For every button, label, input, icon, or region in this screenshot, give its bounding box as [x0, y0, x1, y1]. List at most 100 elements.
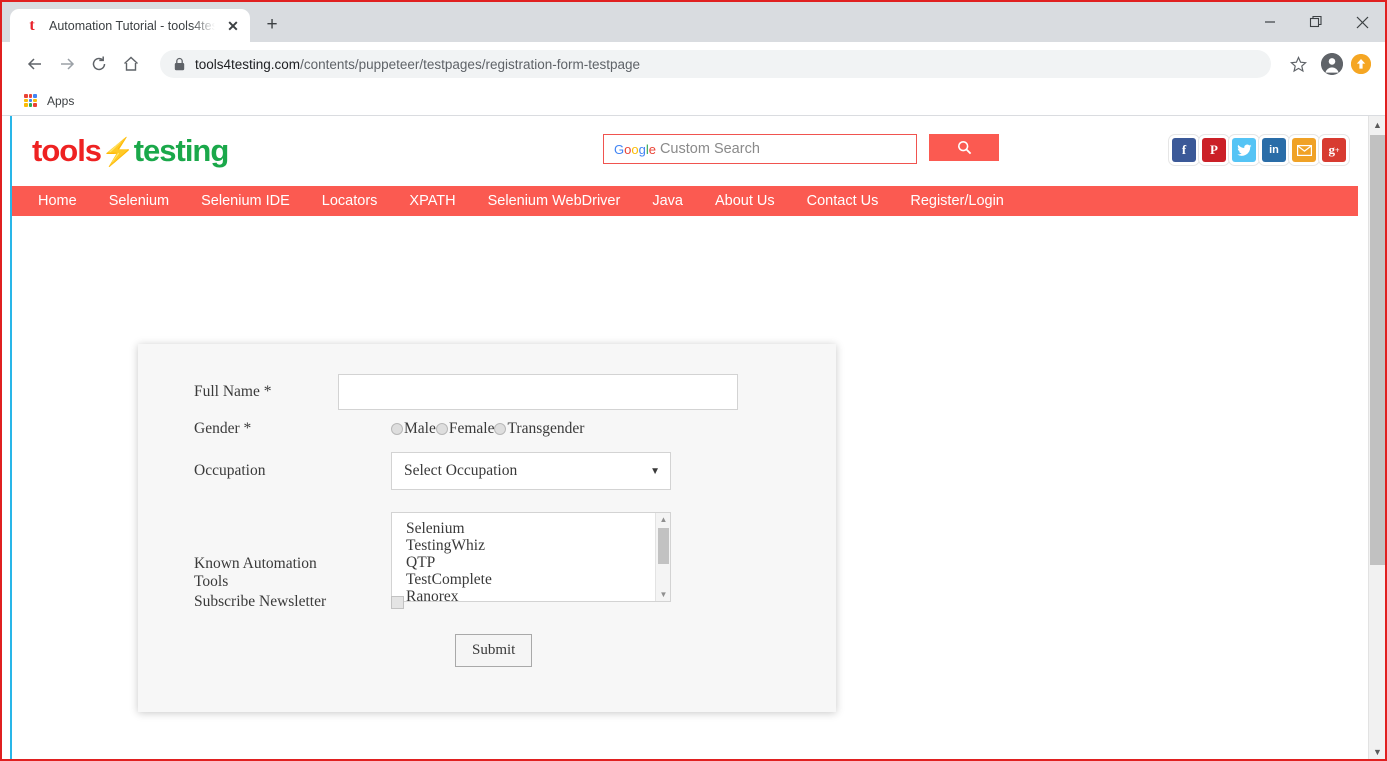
gender-label: Gender *	[194, 420, 252, 437]
minimize-button[interactable]	[1247, 2, 1293, 42]
nav-item-selenium[interactable]: Selenium	[93, 186, 185, 216]
pinterest-icon[interactable]: P	[1202, 138, 1226, 162]
close-button[interactable]	[1339, 2, 1385, 42]
lightning-bolt-icon: ⚡	[101, 137, 135, 167]
logo-part-one: tools	[32, 133, 102, 168]
googleplus-icon[interactable]: g +	[1322, 138, 1346, 162]
tab-title: Automation Tutorial - tools4testi	[49, 18, 215, 33]
newsletter-checkbox[interactable]	[391, 595, 404, 609]
search-button[interactable]	[929, 134, 999, 161]
profile-avatar-button[interactable]	[1321, 53, 1343, 75]
scroll-down-icon[interactable]: ▼	[656, 588, 670, 601]
email-icon[interactable]	[1292, 138, 1316, 162]
window-controls	[1247, 2, 1385, 42]
list-item[interactable]: Selenium	[406, 520, 670, 537]
gender-radio-group: Male Female Transgender	[391, 420, 584, 438]
page-scrollbar[interactable]: ▲ ▼	[1368, 116, 1385, 759]
scroll-up-icon[interactable]: ▲	[656, 513, 670, 526]
form-row-newsletter: Subscribe Newsletter	[138, 593, 404, 611]
browser-toolbar: tools4testing.com/contents/puppeteer/tes…	[2, 42, 1385, 86]
newsletter-label: Subscribe Newsletter	[194, 593, 327, 610]
main-navigation: Home Selenium Selenium IDE Locators XPAT…	[12, 186, 1358, 216]
nav-item-xpath[interactable]: XPATH	[393, 186, 471, 216]
form-row-occupation: Occupation Select Occupation ▼	[138, 452, 671, 490]
bookmark-star-button[interactable]	[1283, 49, 1313, 79]
nav-item-contact-us[interactable]: Contact Us	[791, 186, 895, 216]
close-icon	[1356, 16, 1368, 28]
radio-icon-male[interactable]	[391, 423, 403, 435]
social-links: f P in g +	[1172, 138, 1346, 162]
forward-arrow-icon	[61, 58, 75, 70]
radio-icon-female[interactable]	[435, 423, 448, 435]
search-input[interactable]: Google Custom Search	[603, 134, 917, 164]
occupation-label: Occupation	[194, 462, 266, 479]
page-viewport: tools⚡testing Google Custom Search f P i…	[2, 116, 1385, 759]
list-item[interactable]: QTP	[406, 554, 670, 571]
reload-button[interactable]	[84, 49, 114, 79]
submit-button[interactable]: Submit	[455, 634, 533, 667]
chevron-down-icon: ▼	[650, 465, 660, 477]
gender-option-male[interactable]: Male	[391, 420, 436, 438]
search-icon	[957, 140, 971, 155]
website-content: tools⚡testing Google Custom Search f P i…	[10, 116, 1358, 759]
automation-tools-options: Selenium TestingWhiz QTP TestComplete Ra…	[392, 513, 670, 601]
nav-item-home[interactable]: Home	[22, 186, 93, 216]
search-placeholder-text: Custom Search	[659, 141, 760, 157]
nav-item-java[interactable]: Java	[636, 186, 699, 216]
nav-item-selenium-ide[interactable]: Selenium IDE	[185, 186, 306, 216]
nav-item-locators[interactable]: Locators	[306, 186, 394, 216]
maximize-icon	[1309, 15, 1322, 28]
site-header: tools⚡testing Google Custom Search f P i…	[12, 116, 1358, 186]
form-row-full-name: Full Name *	[138, 374, 738, 410]
gender-option-male-label: Male	[404, 420, 436, 437]
full-name-label: Full Name *	[194, 383, 272, 400]
back-button[interactable]	[20, 49, 50, 79]
occupation-select[interactable]: Select Occupation ▼	[391, 452, 671, 490]
tab-favicon-icon: t	[29, 16, 35, 34]
minimize-icon	[1265, 21, 1275, 23]
listbox-scroll-thumb[interactable]	[658, 528, 669, 564]
facebook-icon[interactable]: f	[1172, 138, 1196, 162]
site-logo[interactable]: tools⚡testing	[32, 133, 229, 169]
nav-item-about-us[interactable]: About Us	[699, 186, 791, 216]
update-available-button[interactable]	[1351, 54, 1371, 74]
nav-item-register-login[interactable]: Register/Login	[894, 186, 1020, 216]
form-row-submit: Submit	[455, 634, 533, 667]
listbox-scrollbar[interactable]: ▲ ▼	[655, 513, 670, 601]
page-scroll-thumb[interactable]	[1370, 135, 1385, 565]
avatar-icon	[1321, 53, 1343, 75]
list-item[interactable]: Ranorex	[406, 588, 670, 601]
tab-close-icon[interactable]: ✕	[224, 17, 242, 35]
update-arrow-icon	[1351, 54, 1371, 74]
scroll-down-arrow-icon[interactable]: ▼	[1369, 743, 1385, 759]
nav-item-selenium-webdriver[interactable]: Selenium WebDriver	[472, 186, 637, 216]
home-button[interactable]	[116, 49, 146, 79]
scroll-up-arrow-icon[interactable]: ▲	[1369, 116, 1385, 133]
apps-grid-icon[interactable]	[24, 94, 37, 107]
radio-icon-transgender[interactable]	[494, 423, 507, 435]
search-area: Google Custom Search	[603, 134, 999, 164]
gender-option-transgender[interactable]: Transgender	[494, 420, 584, 438]
address-bar-text: tools4testing.com/contents/puppeteer/tes…	[195, 57, 640, 72]
full-name-input[interactable]	[338, 374, 738, 410]
url-path: /contents/puppeteer/testpages/registrati…	[300, 56, 641, 72]
browser-tab-active[interactable]: t Automation Tutorial - tools4testi ✕	[10, 9, 250, 42]
twitter-icon[interactable]	[1232, 138, 1256, 162]
google-wordmark: Google	[614, 141, 656, 157]
list-item[interactable]: TestingWhiz	[406, 537, 670, 554]
forward-button[interactable]	[52, 49, 82, 79]
star-icon	[1289, 55, 1307, 72]
linkedin-icon[interactable]: in	[1262, 138, 1286, 162]
automation-tools-listbox[interactable]: Selenium TestingWhiz QTP TestComplete Ra…	[391, 512, 671, 602]
occupation-selected-value: Select Occupation	[404, 462, 518, 479]
back-arrow-icon	[27, 58, 41, 70]
new-tab-button[interactable]: +	[256, 10, 288, 40]
maximize-button[interactable]	[1293, 2, 1339, 42]
list-item[interactable]: TestComplete	[406, 571, 670, 588]
address-bar[interactable]: tools4testing.com/contents/puppeteer/tes…	[160, 50, 1271, 78]
form-row-gender: Gender * Male Female Transgender	[138, 420, 584, 438]
lock-icon	[174, 57, 185, 71]
gender-option-female[interactable]: Female	[435, 420, 494, 438]
bookmark-item-apps[interactable]: Apps	[47, 94, 74, 108]
home-icon	[124, 56, 138, 71]
